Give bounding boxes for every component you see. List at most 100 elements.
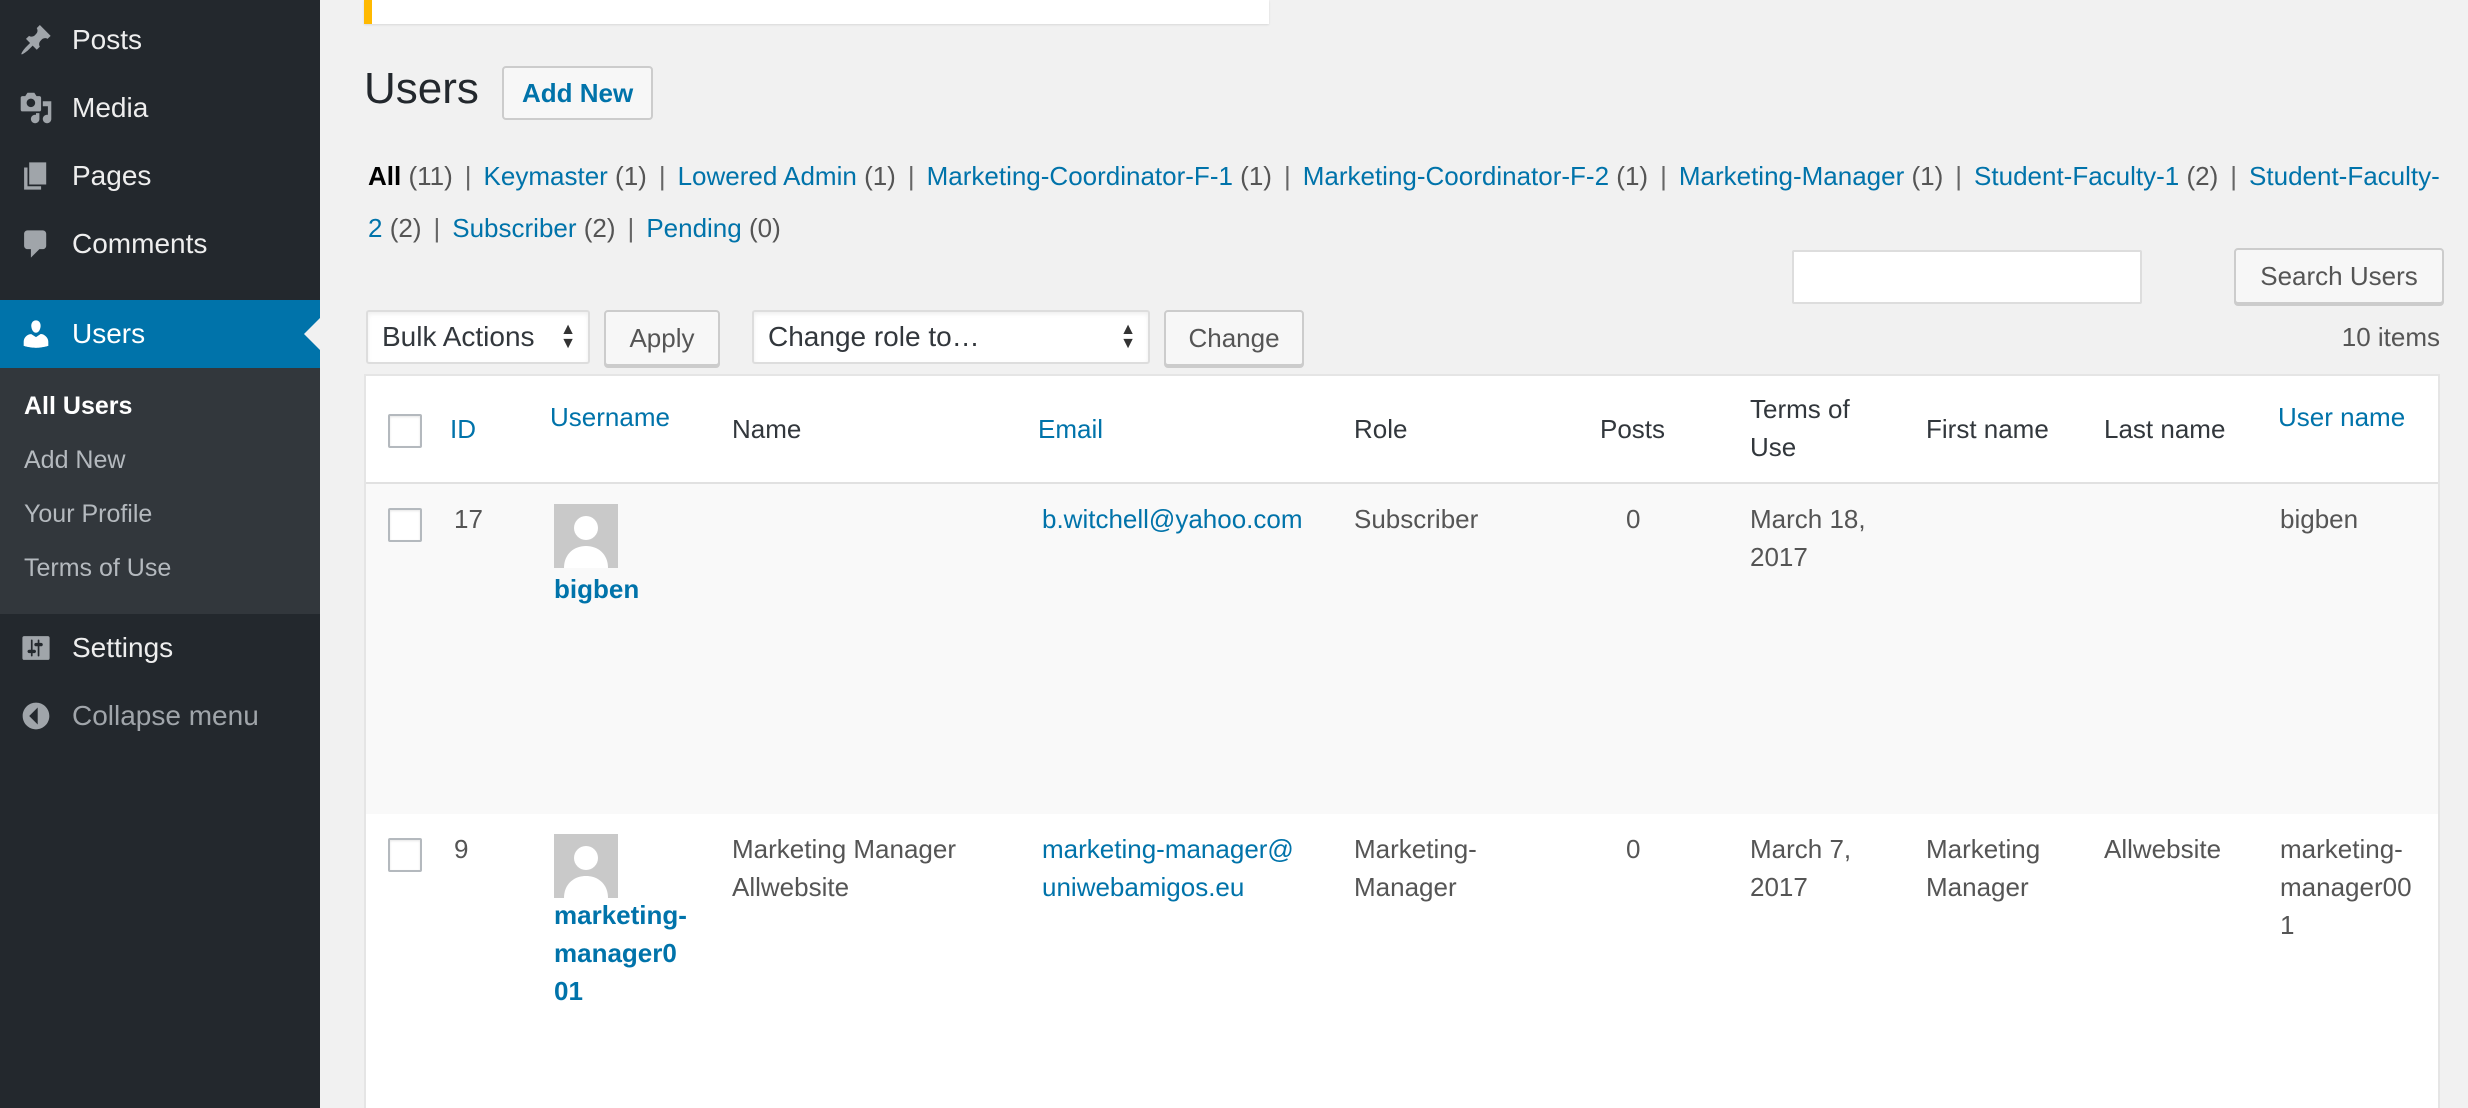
column-header-posts: Posts (1600, 414, 1666, 444)
filter-link[interactable]: Marketing-Manager (1679, 161, 1904, 191)
change-role-button[interactable]: Change (1164, 310, 1304, 366)
page-title: Users (364, 64, 479, 113)
collapse-menu-button[interactable]: Collapse menu (0, 682, 320, 750)
row-checkbox[interactable] (388, 838, 422, 872)
menu-item-settings[interactable]: Settings (0, 614, 320, 682)
table-row: 9 marketing-manager001 Marketing Manager… (366, 814, 2438, 1108)
bulk-actions-value: Bulk Actions (382, 321, 535, 352)
media-icon (18, 90, 54, 126)
filter-link[interactable]: Lowered Admin (678, 161, 857, 191)
menu-label-media: Media (72, 92, 149, 123)
select-arrows-icon: ▲ ▼ (1120, 321, 1136, 352)
bulk-actions-select[interactable]: Bulk Actions ▲ ▼ (366, 310, 590, 364)
admin-notice (364, 0, 1269, 24)
submenu-terms-of-use[interactable]: Terms of Use (24, 554, 171, 583)
pin-icon (18, 22, 54, 58)
add-new-user-button[interactable]: Add New (502, 66, 654, 120)
filter-link[interactable]: Pending (646, 213, 741, 243)
cell-role: Subscriber (1354, 504, 1479, 534)
cell-name: Marketing Manager Allwebsite (732, 834, 956, 902)
table-row: 17 bigben b.witchell@yahoo.com Subscribe… (366, 484, 2438, 814)
menu-item-media[interactable]: Media (0, 74, 320, 142)
filter-count: (11) (408, 161, 453, 191)
cell-posts: 0 (1626, 504, 1641, 534)
apply-button[interactable]: Apply (604, 310, 720, 366)
filter-separator: | (464, 161, 472, 191)
cell-id: 9 (454, 834, 469, 864)
filter-separator: | (1283, 161, 1291, 191)
column-header-id[interactable]: ID (450, 410, 476, 448)
filter-link[interactable]: Marketing-Coordinator-F-2 (1303, 161, 1609, 191)
collapse-menu-label: Collapse menu (72, 700, 259, 731)
menu-label-pages: Pages (72, 160, 152, 191)
select-arrows-icon: ▲ ▼ (560, 321, 576, 352)
admin-sidebar: Posts Media Pages Comments Users All Use… (0, 0, 320, 1108)
filter-separator: | (1955, 161, 1963, 191)
avatar (554, 834, 618, 898)
menu-item-users[interactable]: Users (0, 300, 320, 368)
comment-icon (18, 226, 54, 262)
collapse-arrow-icon (18, 698, 54, 734)
role-filter-links: All (11) | Keymaster (1) | Lowered Admin (1)… (368, 150, 2448, 254)
filter-link[interactable]: All (368, 161, 401, 191)
menu-item-comments[interactable]: Comments (0, 210, 320, 278)
submenu-all-users[interactable]: All Users (24, 392, 132, 421)
filter-count: (1) (615, 161, 647, 191)
cell-username[interactable]: bigben (554, 570, 639, 608)
cell-id: 17 (454, 504, 483, 534)
cell-terms-of-use: March 18, 2017 (1750, 504, 1866, 572)
items-count: 10 items (2341, 322, 2440, 352)
filter-count: (1) (864, 161, 896, 191)
avatar (554, 504, 618, 568)
column-header-email[interactable]: Email (1038, 410, 1103, 448)
settings-sliders-icon (18, 630, 54, 666)
cell-role: Marketing-Manager (1354, 834, 1477, 902)
submenu-your-profile[interactable]: Your Profile (24, 500, 152, 529)
filter-count: (0) (748, 213, 781, 243)
filter-separator: | (658, 161, 666, 191)
column-header-username[interactable]: Username (550, 398, 670, 436)
cell-terms-of-use: March 7, 2017 (1750, 834, 1852, 902)
menu-label-posts: Posts (72, 24, 143, 55)
filter-separator: | (2230, 161, 2238, 191)
cell-user-name: marketing-manager001 (2280, 834, 2412, 940)
filter-count: (2) (583, 213, 616, 243)
change-role-select[interactable]: Change role to… ▲ ▼ (752, 310, 1150, 364)
filter-separator: | (907, 161, 915, 191)
cell-email[interactable]: b.witchell@yahoo.com (1042, 500, 1303, 538)
filter-link[interactable]: Marketing-Coordinator-F-1 (927, 161, 1233, 191)
search-users-button[interactable]: Search Users (2234, 248, 2444, 304)
column-header-role: Role (1354, 414, 1408, 444)
filter-count: (1) (1911, 161, 1944, 191)
filter-link[interactable]: Keymaster (484, 161, 608, 191)
search-users-input[interactable] (1792, 250, 2142, 304)
menu-label-settings: Settings (72, 632, 174, 663)
cell-first-name: Marketing Manager (1926, 834, 2041, 902)
menu-label-users: Users (72, 318, 146, 349)
filter-separator: | (627, 213, 635, 243)
filter-link[interactable]: Subscriber (452, 213, 576, 243)
default-avatar-icon (554, 504, 618, 568)
filter-count: (1) (1240, 161, 1272, 191)
user-icon (18, 316, 54, 352)
menu-item-posts[interactable]: Posts (0, 6, 320, 74)
change-role-value: Change role to… (768, 321, 980, 352)
column-header-first-name: First name (1926, 414, 2049, 444)
default-avatar-icon (554, 834, 618, 898)
filter-separator: | (1660, 161, 1667, 191)
cell-username[interactable]: marketing-manager001 (554, 896, 690, 1010)
cell-user-name: bigben (2280, 504, 2359, 534)
menu-item-pages[interactable]: Pages (0, 142, 320, 210)
filter-separator: | (433, 213, 441, 243)
cell-email[interactable]: marketing-manager@uniwebamigos.eu (1042, 830, 1308, 906)
filter-link[interactable]: Student-Faculty-1 (1974, 161, 2179, 191)
menu-label-comments: Comments (72, 228, 208, 259)
row-checkbox[interactable] (388, 508, 422, 542)
column-header-user-name[interactable]: User name (2278, 398, 2405, 436)
filter-count: (2) (2186, 161, 2219, 191)
submenu-add-new[interactable]: Add New (24, 446, 125, 475)
cell-posts: 0 (1626, 834, 1641, 864)
pages-icon (18, 158, 54, 194)
select-all-checkbox[interactable] (388, 414, 422, 448)
column-header-terms-of-use: Terms of Use (1750, 394, 1850, 462)
